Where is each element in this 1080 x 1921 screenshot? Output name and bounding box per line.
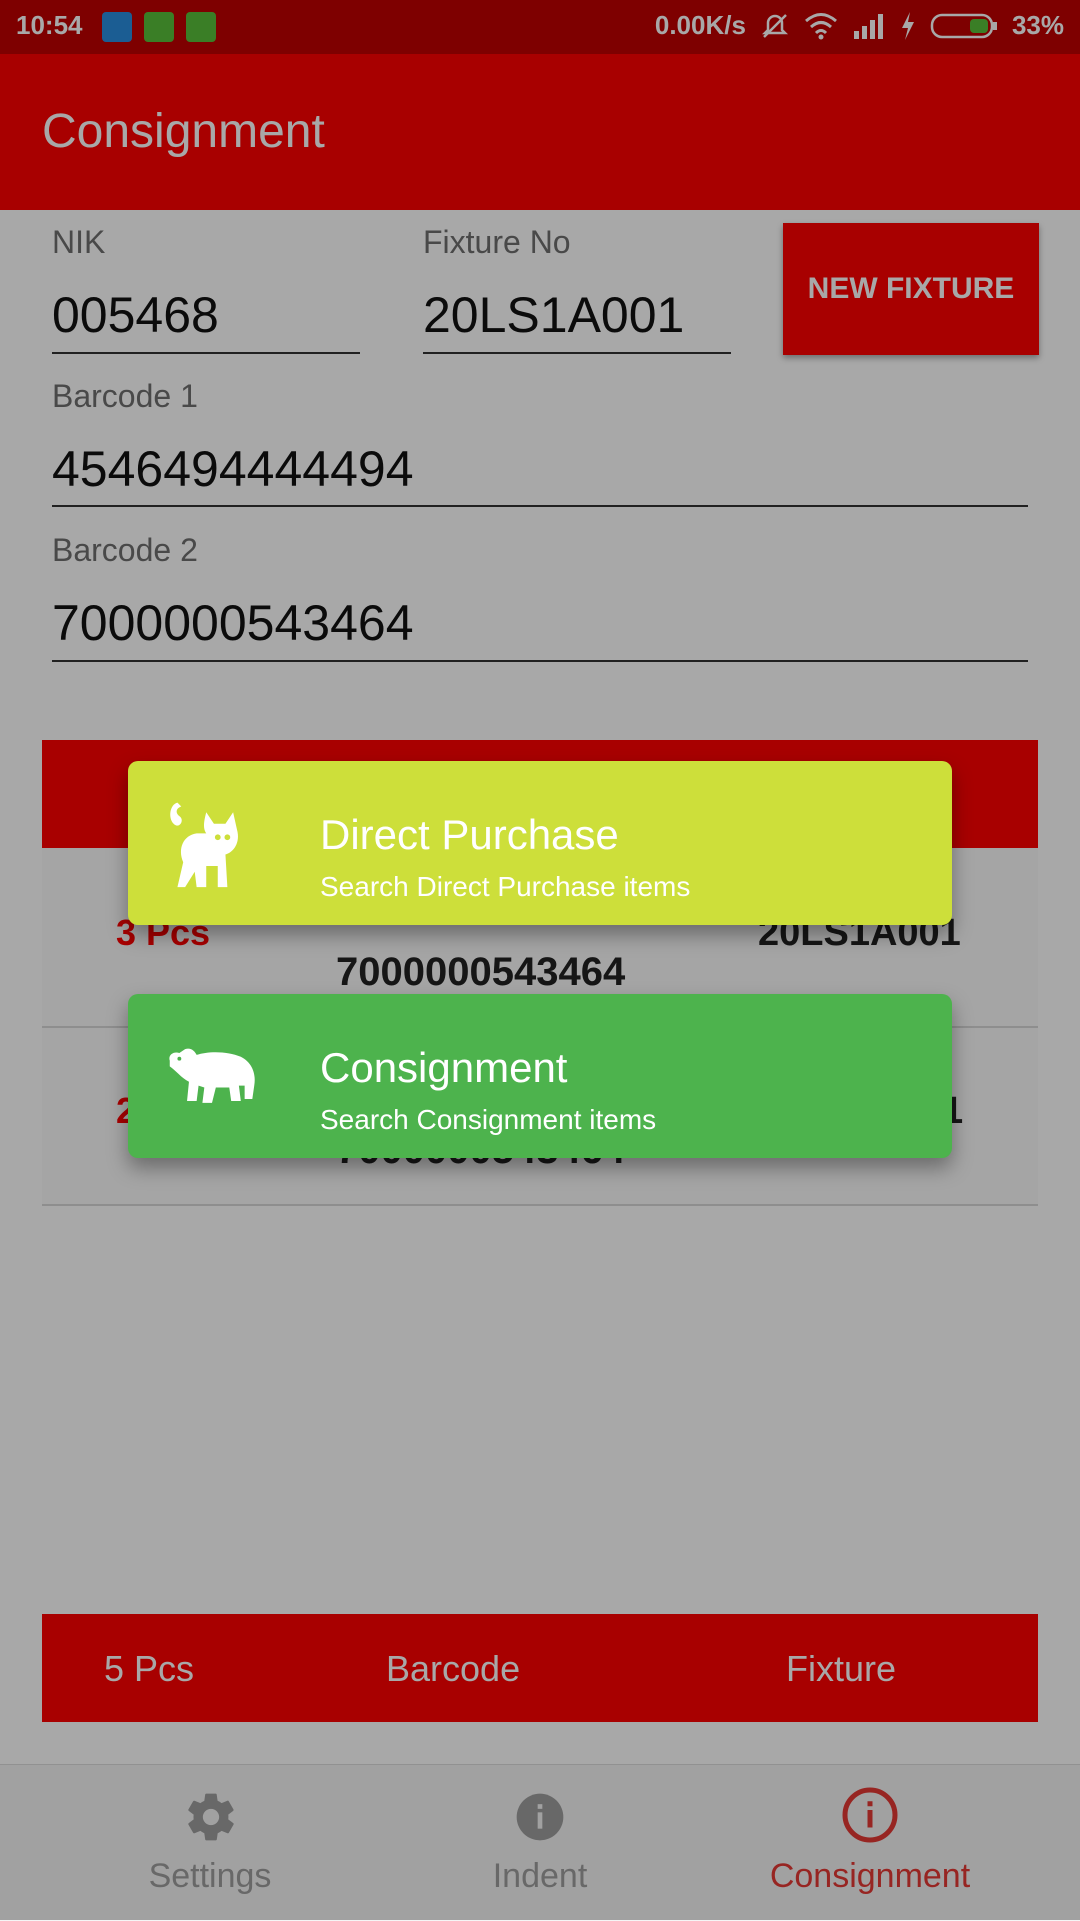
consignment-option[interactable]: Consignment Search Consignment items: [128, 994, 952, 1158]
direct-purchase-option[interactable]: Direct Purchase Search Direct Purchase i…: [128, 761, 952, 925]
consignment-title: Consignment: [320, 1044, 568, 1091]
polar-bear-icon: [169, 1048, 255, 1103]
consignment-subtitle: Search Consignment items: [320, 1104, 657, 1135]
dialog-scrim[interactable]: [0, 0, 1080, 1920]
direct-purchase-subtitle: Search Direct Purchase items: [320, 871, 691, 902]
cat-icon: [170, 802, 238, 888]
direct-purchase-title: Direct Purchase: [320, 811, 619, 858]
